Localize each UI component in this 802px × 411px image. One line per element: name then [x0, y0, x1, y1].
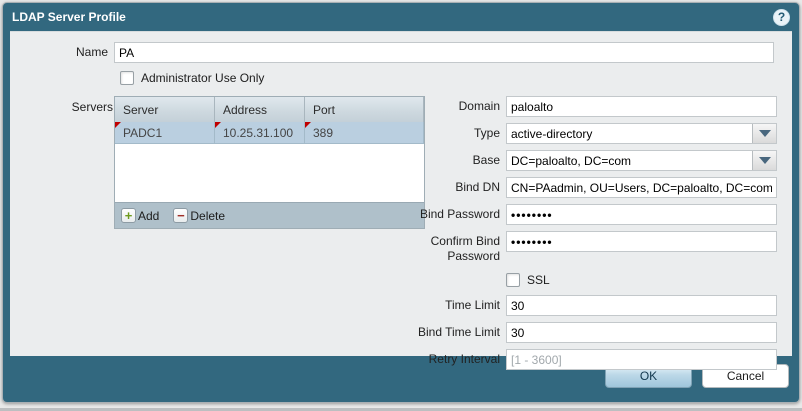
bind-password-row: Bind Password — [416, 204, 777, 225]
cell-server: PADC1 — [115, 122, 215, 143]
modified-flag-icon — [305, 122, 311, 128]
base-dropdown[interactable]: DC=paloalto, DC=com — [506, 150, 777, 171]
name-row: Name — [10, 42, 774, 63]
help-icon[interactable]: ? — [773, 9, 790, 26]
column-header-port[interactable]: Port — [305, 97, 424, 122]
retry-interval-input[interactable] — [506, 349, 777, 370]
type-dropdown[interactable]: active-directory — [506, 123, 777, 144]
add-server-button[interactable]: + Add — [121, 208, 159, 223]
column-header-server[interactable]: Server — [115, 97, 215, 122]
chevron-down-icon[interactable] — [752, 151, 776, 170]
cell-address: 10.25.31.100 — [215, 122, 305, 143]
type-row: Type active-directory — [416, 123, 777, 144]
confirm-bind-password-label: Confirm Bind Password — [416, 231, 506, 264]
admin-only-row: Administrator Use Only — [120, 71, 264, 85]
name-label: Name — [10, 45, 114, 60]
time-limit-input[interactable] — [506, 295, 777, 316]
confirm-bind-password-row: Confirm Bind Password — [416, 231, 777, 264]
domain-label: Domain — [416, 96, 506, 114]
servers-table-toolbar: + Add − Delete — [115, 202, 424, 228]
time-limit-row: Time Limit — [416, 295, 777, 316]
dialog-titlebar: LDAP Server Profile ? — [3, 3, 799, 31]
dialog-title: LDAP Server Profile — [12, 10, 773, 24]
retry-interval-label: Retry Interval — [416, 349, 506, 367]
base-value: DC=paloalto, DC=com — [507, 151, 752, 170]
time-limit-label: Time Limit — [416, 295, 506, 313]
bind-dn-row: Bind DN — [416, 177, 777, 198]
bind-time-limit-row: Bind Time Limit — [416, 322, 777, 343]
modified-flag-icon — [215, 122, 221, 128]
delete-server-button[interactable]: − Delete — [173, 208, 225, 223]
base-row: Base DC=paloalto, DC=com — [416, 150, 777, 171]
domain-input[interactable] — [506, 96, 777, 117]
administrator-use-only-checkbox[interactable] — [120, 71, 134, 85]
right-form: Domain Type active-directory Base DC=pal… — [416, 96, 777, 376]
minus-icon: − — [173, 208, 188, 223]
confirm-bind-password-input[interactable] — [506, 231, 777, 252]
base-label: Base — [416, 150, 506, 168]
dialog-content: Name Administrator Use Only Servers Serv… — [10, 31, 792, 356]
bind-time-limit-label: Bind Time Limit — [416, 322, 506, 340]
servers-label: Servers — [10, 100, 113, 115]
page-background: LDAP Server Profile ? Name Administrator… — [0, 0, 802, 411]
type-label: Type — [416, 123, 506, 141]
modified-flag-icon — [115, 122, 121, 128]
bind-dn-input[interactable] — [506, 177, 777, 198]
bind-time-limit-input[interactable] — [506, 322, 777, 343]
servers-table-header: Server Address Port — [115, 97, 424, 122]
ssl-label: SSL — [527, 273, 550, 287]
bind-password-input[interactable] — [506, 204, 777, 225]
bind-dn-label: Bind DN — [416, 177, 506, 195]
bind-password-label: Bind Password — [416, 204, 506, 222]
plus-icon: + — [121, 208, 136, 223]
ldap-server-profile-dialog: LDAP Server Profile ? Name Administrator… — [2, 2, 800, 403]
table-row[interactable]: PADC1 10.25.31.100 389 — [115, 122, 424, 144]
administrator-use-only-label: Administrator Use Only — [141, 71, 264, 85]
ssl-checkbox[interactable] — [506, 273, 520, 287]
retry-interval-row: Retry Interval — [416, 349, 777, 370]
chevron-down-icon[interactable] — [752, 124, 776, 143]
servers-table: Server Address Port PADC1 10.25.31.100 — [114, 96, 425, 229]
cell-port: 389 — [305, 122, 424, 143]
column-header-address[interactable]: Address — [215, 97, 305, 122]
type-value: active-directory — [507, 124, 752, 143]
name-input[interactable] — [114, 42, 774, 63]
domain-row: Domain — [416, 96, 777, 117]
table-empty-area — [115, 144, 424, 202]
ssl-row: SSL — [416, 273, 777, 287]
